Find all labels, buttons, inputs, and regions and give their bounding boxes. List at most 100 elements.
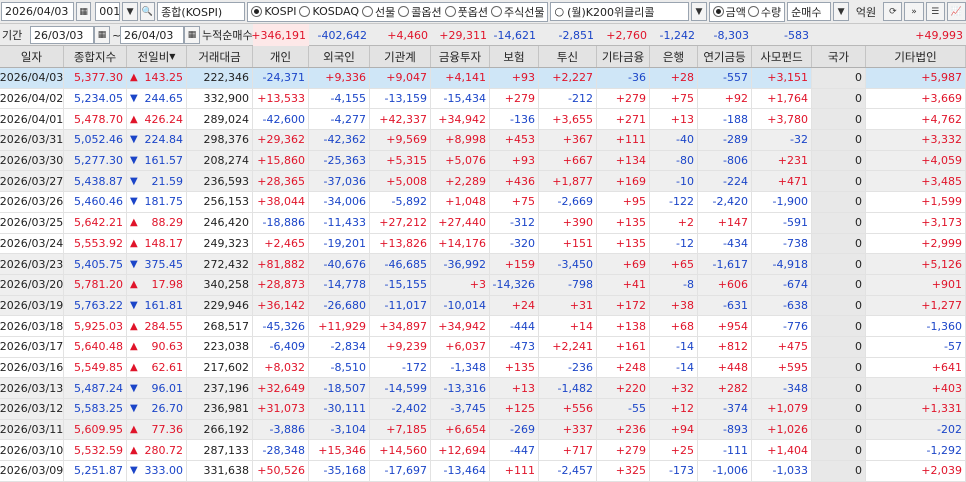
column-header[interactable]: 외국인 (309, 46, 370, 67)
market-radio-group: KOSPI KOSDAQ 선물 콜옵션 풋옵션 주식선물 (247, 1, 549, 22)
table-row[interactable]: 2026/03/17 5,640.48 ▲ 90.63 223,038 -6,409 -2,… (0, 336, 966, 358)
table-row[interactable]: 2026/03/11 5,609.95 ▲ 77.36 266,192 -3,886 -3,… (0, 419, 966, 441)
market-radio-3[interactable]: 콜옵션 (398, 4, 442, 20)
table-row[interactable]: 2026/03/18 5,925.03 ▲ 284.55 268,517 -45,326 +… (0, 316, 966, 337)
net-mode-select[interactable]: 순매수 (787, 2, 832, 21)
table-row[interactable]: 2026/03/27 5,438.87 ▼ 21.59 236,593 +28,365 -3… (0, 171, 966, 193)
column-header[interactable]: 투신 (539, 46, 597, 67)
investor-value-cell: +220 (597, 378, 650, 398)
column-header[interactable]: 일자 (0, 46, 64, 67)
investor-value-cell: +135 (597, 212, 650, 233)
investor-value-cell: -631 (698, 295, 752, 316)
table-row[interactable]: 2026/03/25 5,642.21 ▲ 88.29 246,420 -18,886 -1… (0, 212, 966, 234)
market-radio-0[interactable]: KOSPI (251, 5, 296, 18)
column-header[interactable]: 국가 (812, 46, 866, 67)
search-icon[interactable]: 🔍 (139, 2, 156, 21)
table-row[interactable]: 2026/03/30 5,277.30 ▼ 161.57 208,274 +15,860-… (0, 150, 966, 172)
investor-value-cell: -36,992 (431, 254, 490, 274)
investor-value-cell: +7,185 (370, 419, 431, 440)
up-arrow-icon: ▲ (130, 113, 138, 125)
investor-value-cell: +606 (698, 274, 752, 295)
investor-value-cell: +2,227 (539, 68, 597, 88)
column-header[interactable]: 연기금등 (698, 46, 752, 67)
table-row[interactable]: 2026/03/19 5,763.22 ▼ 161.81 229,946 +36,142-… (0, 295, 966, 317)
table-row[interactable]: 2026/04/02 5,234.05 ▼ 244.65 332,900 +13,533-… (0, 88, 966, 110)
column-header[interactable]: 거래대금 (187, 46, 253, 67)
chart-icon[interactable]: 📈 (946, 2, 966, 21)
up-arrow-icon: ▲ (130, 341, 138, 353)
volume-cell: 217,602 (187, 357, 253, 378)
up-arrow-icon: ▲ (130, 361, 138, 373)
investor-value-cell: +15,346 (309, 440, 370, 461)
column-header[interactable]: 금융투자 (431, 46, 490, 67)
period-to-input[interactable]: 26/04/03 (120, 26, 184, 44)
unit-radio-1[interactable]: 수량 (747, 4, 781, 20)
investor-value-cell: -32 (752, 130, 812, 150)
table-row[interactable]: 2026/03/09 5,251.87 ▼ 333.00 331,638 +50,526-… (0, 461, 966, 482)
table-row[interactable]: 2026/04/01 5,478.70 ▲ 426.24 289,024 -42,600-… (0, 109, 966, 131)
investor-value-cell: -447 (490, 440, 539, 461)
dropdown-icon[interactable]: ▼ (169, 52, 175, 61)
settings-icon[interactable]: ☰ (925, 2, 945, 21)
dropdown-icon[interactable]: ▼ (691, 2, 707, 21)
table-row[interactable]: 2026/03/24 5,553.92 ▲ 148.17 249,323 +2,465 -1… (0, 233, 966, 255)
table-row[interactable]: 2026/03/16 5,549.85 ▲ 62.61 217,602 +8,032 -8,… (0, 357, 966, 379)
date-cell: 2026/03/23 (0, 254, 64, 274)
market-radio-4[interactable]: 풋옵션 (444, 4, 488, 20)
investor-value-cell: +95 (597, 192, 650, 212)
table-row[interactable]: 2026/04/03 5,377.30 ▲ 143.25 222,346 -24,371 +… (0, 68, 966, 89)
table-row[interactable]: 2026/03/23 5,405.75 ▼ 375.45 272,432 +81,882-… (0, 254, 966, 275)
table-row[interactable]: 2026/03/10 5,532.59 ▲ 280.72 287,133 -28,348 +… (0, 440, 966, 462)
column-header[interactable]: 기관계 (370, 46, 431, 67)
market-radio-2[interactable]: 선물 (362, 4, 395, 20)
column-header[interactable]: 개인 (253, 46, 309, 67)
date-cell: 2026/03/31 (0, 130, 64, 150)
table-row[interactable]: 2026/03/20 5,781.20 ▲ 17.98 340,258 +28,873 -1… (0, 274, 966, 296)
date-cell: 2026/03/18 (0, 316, 64, 336)
calendar-icon[interactable]: ▦ (184, 26, 200, 44)
investor-value-cell: -202 (866, 419, 966, 440)
table-row[interactable]: 2026/03/13 5,487.24 ▼ 96.01 237,196 +32,649 -1… (0, 378, 966, 399)
code-input[interactable]: 001 (95, 2, 121, 21)
next-icon[interactable]: » (904, 2, 924, 21)
volume-cell: 289,024 (187, 109, 253, 130)
date-cell: 2026/04/02 (0, 88, 64, 109)
refresh-icon[interactable]: ⟳ (883, 2, 903, 21)
column-header[interactable]: 기타법인 (866, 46, 966, 67)
column-header[interactable]: 종합지수 (64, 46, 127, 67)
dropdown-icon[interactable]: ▼ (833, 2, 849, 21)
investor-value-cell: +159 (490, 254, 539, 274)
column-header[interactable]: 사모펀드 (752, 46, 812, 67)
market-radio-5[interactable]: 주식선물 (491, 4, 544, 20)
cum-total-9: -583 (784, 28, 809, 42)
weekly-option-select[interactable]: ○ (월)K200위클리콜 (550, 2, 690, 21)
period-from-input[interactable]: 26/03/03 (30, 26, 94, 44)
volume-cell: 236,593 (187, 171, 253, 192)
market-radio-1[interactable]: KOSDAQ (299, 5, 359, 18)
index-cell: 5,438.87 (64, 171, 127, 192)
dropdown-icon[interactable]: ▼ (122, 2, 138, 21)
column-header[interactable]: 은행 (650, 46, 698, 67)
investor-value-cell: -18,507 (309, 378, 370, 398)
investor-value-cell: -13,159 (370, 88, 431, 109)
investor-value-cell: +28,873 (253, 274, 309, 295)
column-header[interactable]: 기타금융 (597, 46, 650, 67)
date-input[interactable]: 2026/04/03 (1, 2, 74, 21)
calendar-icon[interactable]: ▦ (75, 2, 92, 21)
column-header[interactable]: 전일비 ▼ (127, 46, 187, 67)
investor-value-cell: -3,104 (309, 419, 370, 440)
column-header[interactable]: 보험 (490, 46, 539, 67)
calendar-icon[interactable]: ▦ (94, 26, 110, 44)
investor-value-cell: -4,155 (309, 88, 370, 109)
table-row[interactable]: 2026/03/26 5,460.46 ▼ 181.75 256,153 +38,044-… (0, 192, 966, 213)
investor-value-cell: +9,239 (370, 336, 431, 357)
market-label: 선물 (375, 5, 396, 19)
investor-value-cell: +1,277 (866, 295, 966, 316)
investor-value-cell: -3,886 (253, 419, 309, 440)
unit-radio-0[interactable]: 금액 (712, 4, 746, 20)
table-row[interactable]: 2026/03/12 5,583.25 ▼ 26.70 236,981 +31,073 -3… (0, 399, 966, 420)
investor-value-cell: -212 (539, 88, 597, 109)
investor-value-cell: +475 (752, 336, 812, 357)
investor-value-cell: +27,212 (370, 212, 431, 233)
table-row[interactable]: 2026/03/31 5,052.46 ▼ 224.84 298,376 +29,362-… (0, 130, 966, 151)
